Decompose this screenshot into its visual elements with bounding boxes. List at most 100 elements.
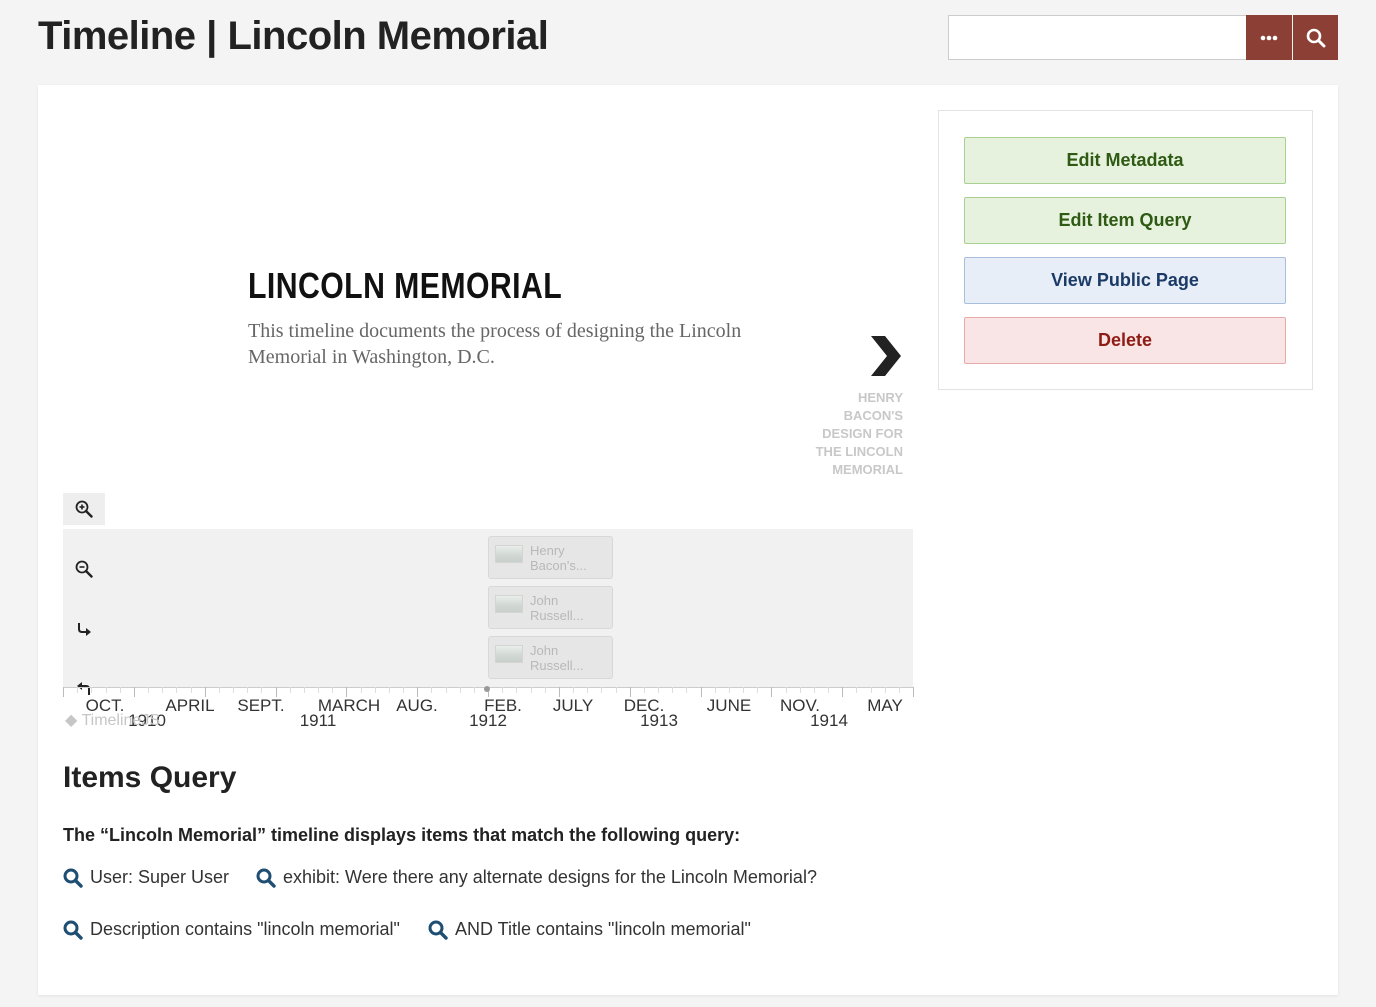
timeline: LINCOLN MEMORIAL This timeline documents… <box>63 110 914 732</box>
axis-tick <box>913 687 914 697</box>
search-button[interactable] <box>1292 15 1338 60</box>
axis-tick <box>644 687 645 693</box>
marker-label: John Russell... <box>530 643 584 673</box>
axis-tick <box>800 687 801 693</box>
axis-tick <box>516 687 517 693</box>
edit-metadata-button[interactable]: Edit Metadata <box>964 137 1286 184</box>
axis-tick <box>318 687 319 693</box>
timeline-marker[interactable]: Henry Bacon's... <box>488 536 613 579</box>
search-options-button[interactable] <box>1246 15 1292 60</box>
axis-tick <box>460 687 461 693</box>
axis-tick <box>715 687 716 693</box>
marker-thumbnail <box>495 595 523 613</box>
axis-month: JULY <box>552 696 594 715</box>
axis-month: APRIL <box>165 696 215 715</box>
chevron-right-icon <box>871 336 901 376</box>
diamond-icon: ◆ <box>65 712 78 729</box>
axis-month: SEPT. <box>237 696 285 715</box>
axis-tick <box>91 687 92 693</box>
current-position-dot <box>484 686 490 692</box>
query-filter[interactable]: Description contains "lincoln memorial" <box>63 919 400 940</box>
search-icon <box>63 920 83 940</box>
axis-tick <box>77 687 78 693</box>
axis-tick <box>134 687 135 697</box>
search-icon <box>256 868 276 888</box>
axis-tick <box>686 687 687 693</box>
axis-tick <box>899 687 900 693</box>
zoom-out-button[interactable] <box>63 553 105 585</box>
axis-tick <box>403 687 404 693</box>
marker-label: John Russell... <box>530 593 584 623</box>
zoom-out-icon <box>75 560 93 578</box>
axis-tick <box>261 687 262 693</box>
search-icon <box>63 868 83 888</box>
axis-tick <box>729 687 730 693</box>
axis-tick <box>304 687 305 693</box>
edit-item-query-button[interactable]: Edit Item Query <box>964 197 1286 244</box>
credit-label: TimelineJS <box>81 712 161 729</box>
ellipsis-icon <box>1260 35 1278 40</box>
query-filter-label: Description contains "lincoln memorial" <box>90 919 400 939</box>
slide-text: This timeline documents the process of d… <box>248 320 742 368</box>
search-icon <box>1306 28 1325 47</box>
axis-tick <box>856 687 857 693</box>
items-query-description: The “Lincoln Memorial” timeline displays… <box>63 825 741 845</box>
axis-tick <box>63 687 64 697</box>
query-filter-label: exhibit: Were there any alternate design… <box>283 867 817 887</box>
axis-tick <box>658 687 659 693</box>
axis-tick <box>446 687 447 693</box>
items-query-heading: Items Query <box>63 761 237 794</box>
next-slide-button[interactable]: HENRY BACON'S DESIGN FOR THE LINCOLN MEM… <box>808 334 903 479</box>
axis-tick <box>431 687 432 693</box>
search-input[interactable] <box>948 15 1246 60</box>
main-panel: LINCOLN MEMORIAL This timeline documents… <box>38 85 1338 995</box>
axis-tick <box>106 687 107 693</box>
axis-month: AUG. <box>396 696 438 715</box>
timeline-marker[interactable]: John Russell... <box>488 586 613 629</box>
axis-tick <box>120 687 121 693</box>
axis-tick <box>474 687 475 693</box>
timeline-navigation[interactable]: Henry Bacon's... John Russell... John Ru… <box>63 529 913 695</box>
time-axis[interactable]: OCT. APRIL SEPT. MARCH AUG. FEB. JULY DE… <box>63 686 914 732</box>
slide-title: LINCOLN MEMORIAL <box>248 265 563 306</box>
axis-tick <box>743 687 744 693</box>
query-filter[interactable]: User: Super User <box>63 867 229 888</box>
search-bar <box>948 15 1338 60</box>
view-public-page-button[interactable]: View Public Page <box>964 257 1286 304</box>
axis-tick <box>361 687 362 693</box>
axis-tick <box>672 687 673 693</box>
axis-tick <box>601 687 602 693</box>
query-filter-label: User: Super User <box>90 867 230 887</box>
query-filter[interactable]: AND Title contains "lincoln memorial" <box>428 919 751 940</box>
page-title: Timeline | Lincoln Memorial <box>38 14 549 58</box>
axis-tick <box>162 687 163 693</box>
axis-tick <box>587 687 588 693</box>
axis-tick <box>871 687 872 693</box>
axis-tick <box>389 687 390 693</box>
zoom-in-button[interactable] <box>63 493 105 525</box>
delete-button[interactable]: Delete <box>964 317 1286 364</box>
axis-tick <box>771 687 772 697</box>
axis-tick <box>219 687 220 693</box>
axis-tick <box>701 687 702 697</box>
query-filter[interactable]: exhibit: Were there any alternate design… <box>256 867 817 888</box>
axis-tick <box>290 687 291 693</box>
axis-tick <box>814 687 815 693</box>
axis-tick <box>545 687 546 693</box>
timeline-marker[interactable]: John Russell... <box>488 636 613 679</box>
marker-label: Henry Bacon's... <box>530 543 587 573</box>
axis-tick <box>247 687 248 693</box>
axis-tick <box>148 687 149 693</box>
axis-tick <box>828 687 829 693</box>
axis-year: 1911 <box>299 711 337 730</box>
axis-tick <box>375 687 376 693</box>
axis-tick <box>616 687 617 693</box>
axis-tick <box>502 687 503 693</box>
axis-tick <box>191 687 192 693</box>
zoom-in-icon <box>75 500 93 518</box>
axis-month: MAY <box>867 696 903 715</box>
forward-button[interactable] <box>63 613 105 645</box>
axis-tick <box>332 687 333 693</box>
forward-icon <box>78 623 91 636</box>
timelinejs-credit[interactable]: ◆ TimelineJS <box>65 710 160 730</box>
